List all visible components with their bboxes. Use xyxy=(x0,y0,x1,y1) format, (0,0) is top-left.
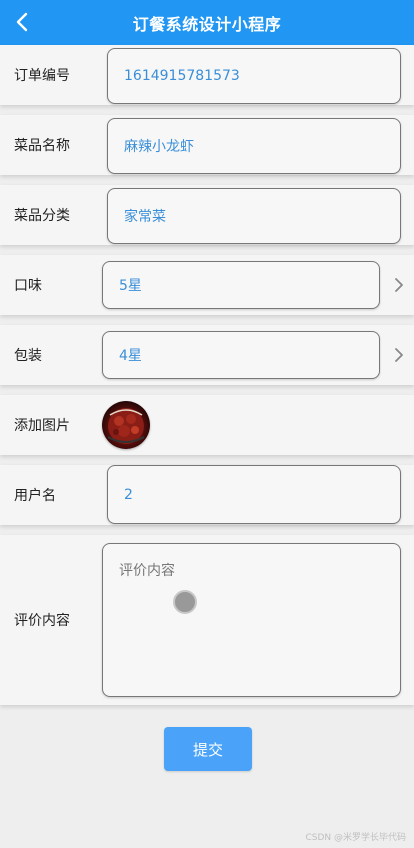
username-field[interactable]: 2 xyxy=(107,465,401,524)
dish-name-row: 菜品名称 麻辣小龙虾 xyxy=(0,115,414,175)
chevron-right-icon[interactable] xyxy=(392,276,406,294)
taste-row[interactable]: 口味 5星 xyxy=(0,255,414,315)
order-number-value: 1614915781573 xyxy=(124,68,240,84)
page-title: 订餐系统设计小程序 xyxy=(132,14,282,34)
chevron-right-icon[interactable] xyxy=(392,346,406,364)
review-textarea[interactable]: 评价内容 xyxy=(102,543,401,697)
review-row: 评价内容 评价内容 xyxy=(0,535,414,705)
username-value: 2 xyxy=(124,486,133,503)
packaging-value: 4星 xyxy=(119,348,142,364)
taste-value: 5星 xyxy=(119,278,142,294)
dish-name-field[interactable]: 麻辣小龙虾 xyxy=(107,118,401,174)
dish-name-value: 麻辣小龙虾 xyxy=(124,139,194,155)
dish-category-value: 家常菜 xyxy=(124,209,166,225)
dish-category-field[interactable]: 家常菜 xyxy=(107,188,401,244)
taste-select[interactable]: 5星 xyxy=(102,261,380,309)
review-label: 评价内容 xyxy=(14,613,70,629)
packaging-select[interactable]: 4星 xyxy=(102,331,380,379)
order-number-label: 订单编号 xyxy=(14,68,70,84)
review-placeholder: 评价内容 xyxy=(119,563,175,579)
dish-category-row: 菜品分类 家常菜 xyxy=(0,185,414,245)
order-number-field[interactable]: 1614915781573 xyxy=(107,48,401,104)
add-image-label: 添加图片 xyxy=(14,418,70,434)
dish-name-label: 菜品名称 xyxy=(14,138,70,154)
chevron-left-icon[interactable] xyxy=(10,9,34,35)
packaging-row[interactable]: 包装 4星 xyxy=(0,325,414,385)
username-row: 用户名 2 xyxy=(0,465,414,525)
username-label: 用户名 xyxy=(14,488,56,504)
watermark: CSDN @米罗学长毕代码 xyxy=(305,833,406,843)
add-image-row: 添加图片 xyxy=(0,395,414,455)
dish-image-thumbnail[interactable] xyxy=(102,401,150,449)
touch-indicator xyxy=(173,590,197,614)
taste-label: 口味 xyxy=(14,278,42,294)
dish-category-label: 菜品分类 xyxy=(14,208,70,224)
packaging-label: 包装 xyxy=(14,348,42,364)
submit-button[interactable]: 提交 xyxy=(164,727,252,771)
navigation-bar: 订餐系统设计小程序 xyxy=(0,0,414,45)
order-number-row: 订单编号 1614915781573 xyxy=(0,45,414,105)
